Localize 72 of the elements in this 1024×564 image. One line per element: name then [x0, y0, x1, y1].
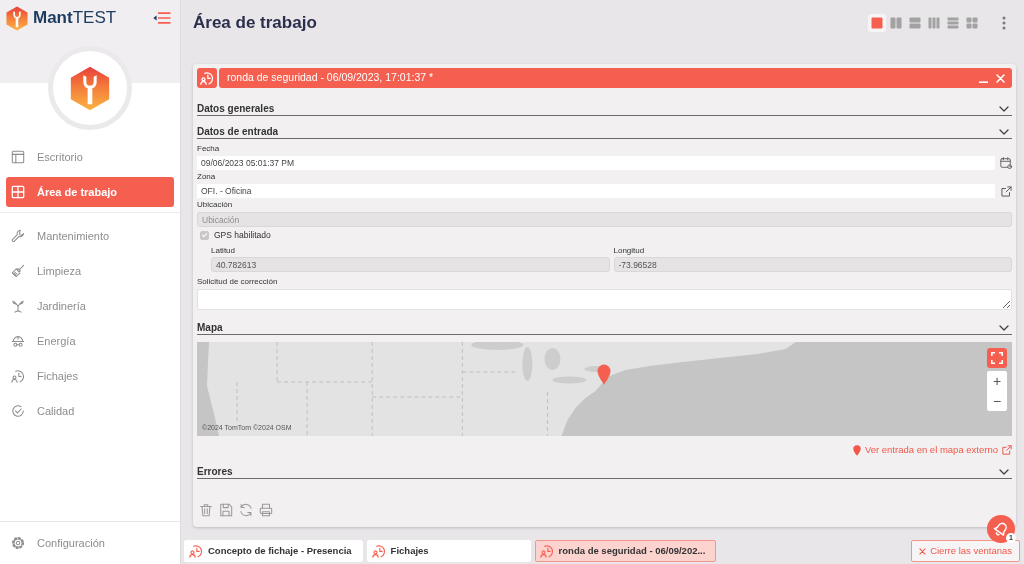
two-columns-icon [890, 17, 902, 29]
sidebar-item[interactable]: Fichajes [6, 361, 174, 391]
chevron-down-icon[interactable] [999, 128, 1009, 135]
sidebar-item[interactable]: Escritorio [6, 142, 174, 172]
trash-icon[interactable] [199, 503, 213, 517]
checkbox-label: GPS habilitado [214, 228, 271, 242]
section-title[interactable]: Datos de entrada [197, 125, 279, 138]
three-columns-icon [928, 17, 940, 29]
user-clock-icon [189, 544, 203, 558]
window-tab[interactable]: Concepto de fichaje - Presencia [184, 540, 363, 562]
window-title: ronda de seguridad - 06/09/2023, 17:01:37 * [227, 70, 434, 86]
two-rows-icon [909, 17, 921, 29]
close-icon[interactable] [996, 73, 1005, 83]
sidebar-item[interactable]: Jardinería [6, 291, 174, 321]
user-clock-icon [197, 68, 217, 88]
zoom-out-button[interactable]: − [987, 391, 1007, 411]
section-title[interactable]: Datos generales [197, 102, 275, 115]
calendar-icon[interactable] [1000, 157, 1012, 169]
date-input[interactable]: 09/06/2023 05:01:37 PM [197, 156, 995, 170]
map-pin-icon [852, 444, 861, 456]
company-logo-icon [70, 65, 110, 111]
three-rows-icon [947, 17, 959, 29]
logo-icon [6, 5, 28, 31]
sprout-icon [11, 299, 25, 313]
map-pin-icon [597, 364, 611, 385]
chevron-down-icon[interactable] [999, 324, 1009, 331]
external-link-icon[interactable] [1001, 185, 1012, 197]
user-clock-icon [11, 369, 25, 383]
layout-icon [11, 150, 25, 164]
app-logo-text: MantTEST [33, 8, 117, 28]
single-pane-icon [871, 17, 883, 29]
check-circle-icon [11, 404, 25, 418]
field-label: Longitud [613, 246, 646, 256]
user-clock-icon [539, 544, 554, 558]
layout-button[interactable] [868, 14, 886, 32]
chevron-down-icon[interactable] [999, 105, 1009, 112]
close-windows-button[interactable]: Cierre las ventanas [911, 540, 1020, 562]
section-title[interactable]: Mapa [197, 321, 223, 334]
more-options-icon[interactable] [1002, 16, 1006, 30]
field-label: Solicitud de corrección [197, 277, 279, 287]
field-label: Ubicación [197, 200, 234, 210]
settings-icon [11, 536, 25, 550]
zoom-in-button[interactable]: + [987, 371, 1007, 391]
sidebar-item[interactable]: Mantenimiento [6, 221, 174, 251]
sidebar-item[interactable]: Calidad [6, 396, 174, 426]
hard-hat-icon [11, 334, 25, 348]
chevron-down-icon[interactable] [999, 468, 1009, 475]
sidebar-item[interactable]: Limpieza [6, 256, 174, 286]
section-title[interactable]: Errores [197, 465, 233, 478]
fullscreen-icon [991, 352, 1003, 364]
field-label: Fecha [197, 144, 221, 154]
page-title: Área de trabajo [193, 13, 317, 33]
save-icon[interactable] [219, 503, 233, 517]
menu-icon[interactable] [153, 12, 171, 24]
sidebar-item[interactable]: Configuración [6, 528, 174, 558]
window-tab[interactable]: Fichajes [366, 540, 531, 562]
field-label: Zona [197, 172, 217, 182]
external-link-icon [1002, 445, 1012, 455]
sidebar-item[interactable]: Energía [6, 326, 174, 356]
fullscreen-button[interactable] [987, 348, 1007, 368]
field-label: Latitud [211, 246, 237, 256]
grid-icon [11, 185, 25, 199]
grid-view-icon [966, 17, 978, 29]
refresh-icon[interactable] [239, 503, 253, 517]
window-tab[interactable]: ronda de seguridad - 06/09/202... [534, 540, 717, 562]
wrench-icon [11, 229, 25, 243]
printer-icon[interactable] [259, 503, 273, 517]
close-icon [919, 547, 927, 555]
brush-icon [11, 264, 25, 278]
bell-icon [993, 521, 1009, 537]
lookup-input[interactable]: OFI. - Oficina [197, 184, 995, 198]
user-clock-icon [371, 544, 386, 558]
